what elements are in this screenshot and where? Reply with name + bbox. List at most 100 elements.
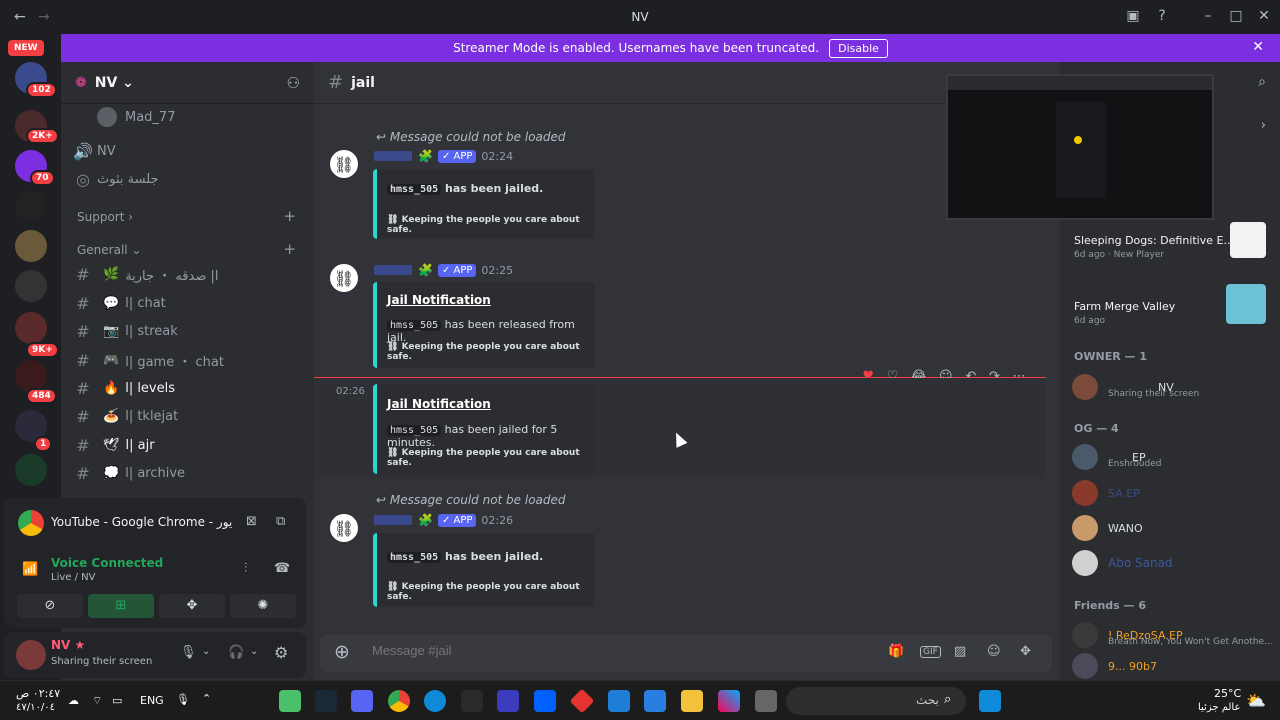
activity-card[interactable]: Farm Merge Valley 6d ago [1068,280,1270,332]
camera-off-button[interactable]: ⊘ [17,594,83,618]
windows-start-icon[interactable] [979,690,1001,712]
channel-item[interactable]: # 💭 ا| archive [69,460,307,486]
voice-user[interactable]: Mad_77 [97,104,335,130]
language-indicator[interactable]: ENG [140,694,164,707]
member-item[interactable]: WANO [1072,512,1272,544]
avatar[interactable]: ⛓ [328,512,360,544]
edge-icon[interactable] [424,690,446,712]
weather-icon[interactable]: ⛅ [1246,691,1266,710]
apps-icon[interactable]: ✥ [1020,644,1031,659]
clock-date[interactable]: ٤٧/١٠/٠٤ [16,702,55,713]
popout-icon[interactable]: ⧉ [276,514,285,529]
wifi-icon[interactable]: ⌔ [92,694,102,708]
chevron-right-icon[interactable]: › [1261,118,1266,133]
soundboard-button[interactable]: ✺ [230,594,296,618]
message[interactable]: 02:26 Jail Notification hmss_505 has bee… [314,378,1046,478]
embed-title[interactable]: Jail Notification [387,397,491,411]
mic-icon[interactable]: 🎙 [176,693,190,706]
network-icon[interactable]: ☁ [68,694,79,707]
store-icon[interactable] [644,690,666,712]
message-input[interactable] [372,643,772,658]
message[interactable]: ↩ Message could not be loaded ⛓ 🧩 ✓ APP … [314,490,1046,610]
add-channel-icon[interactable]: + [283,207,296,225]
emoji-icon[interactable]: ☺ [987,644,1001,659]
member-item[interactable]: Abo Sanad [1072,547,1272,579]
app-icon[interactable] [497,690,519,712]
server-header[interactable]: ❁ NV ⌄ ⚇ [61,62,314,104]
gif-icon[interactable]: GIF [920,646,941,658]
sticker-icon[interactable]: ▨ [954,644,966,659]
steam-icon[interactable] [315,690,337,712]
invite-icon[interactable]: ⚇ [287,74,300,92]
member-item[interactable]: 9... 90b7 [1072,650,1272,682]
folder-icon[interactable] [681,690,703,712]
epic-games-icon[interactable] [461,690,483,712]
member-item[interactable]: NV Sharing their screen [1072,371,1272,403]
stage-channel[interactable]: ◎ جلسة بثوث [69,166,307,192]
search-icon[interactable]: ⌕ [1258,74,1266,90]
headphones-icon[interactable]: 🎧 [228,645,244,660]
channel-item[interactable]: # 🕊 ا| ajr [69,432,307,458]
help-icon[interactable]: ? [1152,8,1172,24]
member-item[interactable]: EP Enshrouded [1072,441,1272,473]
app-icon[interactable] [569,688,595,714]
temperature[interactable]: 25°C [1214,687,1241,700]
minimize-icon[interactable]: – [1198,8,1218,24]
chevron-down-icon[interactable]: ⌄ [202,646,210,657]
gear-icon[interactable]: ⚙ [274,643,288,662]
add-channel-icon[interactable]: + [283,240,296,258]
activity-card[interactable]: Sleeping Dogs: Definitive E... 6d ago · … [1068,220,1270,272]
member-item[interactable]: ! ReDzoSA EP Breath Now, You Won't Get A… [1072,619,1273,651]
server-icon[interactable] [15,230,47,262]
chevron-down-icon[interactable]: ⌄ [250,646,258,657]
disconnect-icon[interactable]: ☎ [274,561,290,576]
clock-time[interactable]: ٠٢:٤٧ ص [16,687,60,700]
inbox-icon[interactable]: ▣ [1123,8,1143,24]
message[interactable]: ↩ Message could not be loaded ⛓ 🧩 ✓ APP … [314,124,1046,244]
username-hidden[interactable] [374,151,412,161]
server-icon[interactable] [15,312,47,344]
screen-share-icon[interactable]: ⊠ [246,514,257,529]
channel-item[interactable]: # 🌿 ا| صدقه ・ جارية [69,261,307,287]
channel-item[interactable]: # 🎮 ا| game ・ chat [69,347,307,373]
disable-button[interactable]: Disable [829,38,888,58]
mail-icon[interactable] [608,690,630,712]
weather-text[interactable]: عالم جزئيا [1198,702,1240,713]
username-hidden[interactable] [374,265,412,275]
close-icon[interactable]: ✕ [1252,39,1264,55]
avatar[interactable]: ⛓ [328,148,360,180]
dropbox-icon[interactable] [534,690,556,712]
discord-icon[interactable] [351,690,373,712]
username-hidden[interactable] [374,515,412,525]
app-icon[interactable] [755,690,777,712]
close-window-icon[interactable]: ✕ [1254,8,1274,24]
avatar[interactable] [16,640,46,670]
server-icon[interactable] [15,454,47,486]
display-icon[interactable]: ▭ [112,694,122,707]
activities-button[interactable]: ✥ [159,594,225,618]
category-general[interactable]: Generall ⌄ [77,243,142,257]
channel-item[interactable]: # 💬 ا| chat [69,290,307,316]
category-support[interactable]: Support › [77,210,133,224]
mic-icon[interactable]: 🎙 [180,645,197,660]
embed-title[interactable]: Jail Notification [387,293,491,307]
channel-item[interactable]: # 🔥 ا| levels [69,375,307,401]
member-item[interactable]: SA EP [1072,477,1272,509]
message[interactable]: ⛓ 🧩 ✓ APP 02:25 Jail Notification hmss_5… [314,254,1046,374]
add-attachment-icon[interactable]: ⊕ [334,641,350,663]
voice-status[interactable]: Voice Connected [51,556,163,570]
maximize-icon[interactable]: □ [1226,8,1246,24]
app-icon[interactable] [279,690,301,712]
avatar[interactable]: ⛓ [328,262,360,294]
stream-preview[interactable] [946,74,1214,220]
voice-channel[interactable]: 🔊 NV [69,138,307,164]
search-box[interactable]: بحث ⌕ [786,687,966,715]
chrome-icon[interactable] [388,690,410,712]
server-icon[interactable] [15,190,47,222]
chevron-up-icon[interactable]: ⌃ [202,692,211,705]
channel-item[interactable]: # 📷 ا| streak [69,318,307,344]
channel-item[interactable]: # 🍝 ا| tklejat [69,403,307,429]
stream-button[interactable]: ⊞ [88,594,154,618]
server-icon[interactable] [15,270,47,302]
gift-icon[interactable]: 🎁 [888,644,904,659]
